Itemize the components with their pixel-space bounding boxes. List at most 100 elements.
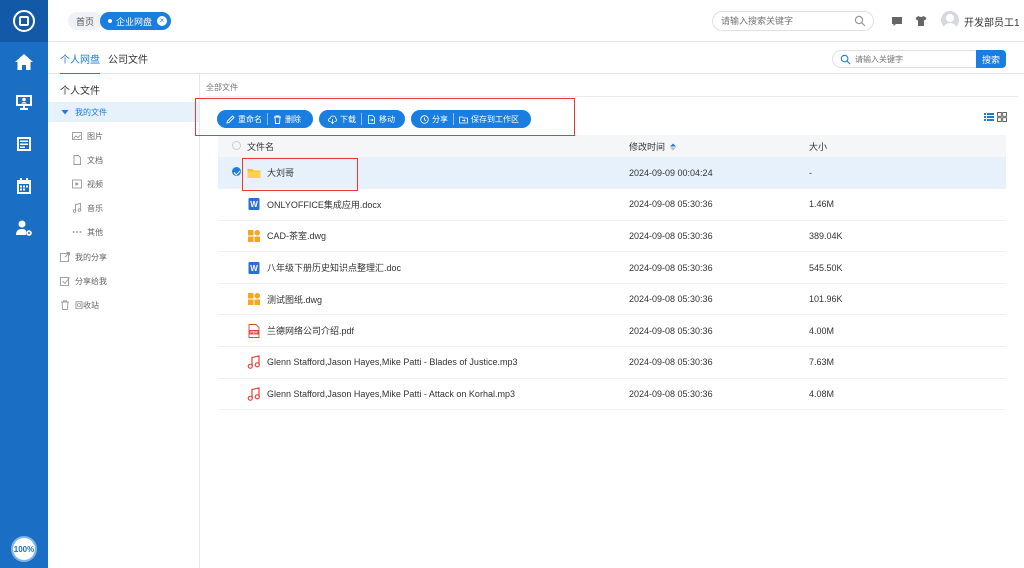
delete-label: 删除 [285, 114, 301, 124]
select-all-checkbox[interactable] [232, 140, 241, 150]
row-checkbox-cell [218, 314, 241, 348]
sidebar-item-other[interactable]: 其他 [48, 222, 199, 242]
share-in-icon [60, 276, 70, 286]
header-file-name[interactable]: 文件名 [241, 135, 629, 157]
row-checkbox-cell [218, 220, 241, 253]
table-row[interactable]: Glenn Stafford,Jason Hayes,Mike Patti - … [218, 378, 1006, 411]
sidebar-item-my-shares[interactable]: 我的分享 [48, 247, 199, 267]
table-row[interactable]: Glenn Stafford,Jason Hayes,Mike Patti - … [218, 346, 1006, 379]
file-name-cell[interactable]: CAD-茶室.dwg [241, 220, 629, 253]
header-modified-time[interactable]: 修改时间 [629, 135, 809, 157]
row-checkbox-cell [218, 251, 241, 284]
modified-cell: 2024-09-08 05:30:36 [629, 220, 809, 253]
calendar-icon[interactable] [0, 166, 48, 206]
cloud-download-icon [328, 115, 337, 124]
sidebar-item-documents[interactable]: 文档 [48, 150, 199, 170]
tab-company-files[interactable]: 公司文件 [108, 51, 148, 73]
sidebar-item-my-files[interactable]: 我的文件 [48, 102, 199, 122]
table-row[interactable]: PDF 兰德网络公司介绍.pdf 2024-09-08 05:30:36 4.00… [218, 314, 1006, 348]
file-name-cell[interactable]: Glenn Stafford,Jason Hayes,Mike Patti - … [241, 378, 629, 411]
size-cell: 4.08M [809, 378, 1006, 411]
top-header: 首页 企业网盘 × 开发部员工1 [48, 0, 1024, 42]
delete-button[interactable]: 删除 [268, 110, 306, 128]
table-row[interactable]: W 八年级下册历史知识点整理汇.doc 2024-09-08 05:30:36 5… [218, 251, 1006, 284]
row-checkbox-cell [218, 157, 241, 190]
modified-cell: 2024-09-08 05:30:36 [629, 251, 809, 284]
size-cell: 7.63M [809, 346, 1006, 379]
share-icon [420, 114, 429, 124]
file-name-cell[interactable]: 大刘哥 [241, 157, 629, 190]
file-name-cell[interactable]: Glenn Stafford,Jason Hayes,Mike Patti - … [241, 346, 629, 379]
row-checkbox-cell [218, 378, 241, 411]
crumb-enterprise-drive[interactable]: 企业网盘 × [100, 12, 172, 30]
user-settings-icon[interactable] [0, 208, 48, 248]
shirt-icon[interactable] [914, 14, 928, 28]
cad-file-icon [247, 292, 261, 306]
header-size[interactable]: 大小 [809, 135, 1006, 157]
sort-icon[interactable] [669, 143, 677, 151]
message-icon[interactable] [890, 14, 904, 28]
pdf-file-icon: PDF [247, 323, 261, 338]
zoom-badge[interactable]: 100% [11, 536, 37, 562]
header-checkbox-cell [218, 135, 241, 157]
file-name: 测试图纸.dwg [267, 294, 323, 305]
home-icon[interactable] [0, 42, 48, 82]
app-logo[interactable] [0, 0, 48, 42]
file-name: 兰德网络公司介绍.pdf [267, 326, 355, 337]
file-name: Glenn Stafford,Jason Hayes,Mike Patti - … [267, 388, 515, 399]
file-name-cell[interactable]: PDF 兰德网络公司介绍.pdf [241, 314, 629, 348]
size-cell: 101.96K [809, 283, 1006, 316]
breadcrumb[interactable]: 全部文件 [206, 82, 238, 93]
size-cell: 4.00M [809, 314, 1006, 348]
file-table: 文件名 修改时间 大小 大刘哥 2024-09-09 00:04:24 - WO… [218, 135, 1006, 411]
save-workspace-icon [459, 116, 468, 123]
table-header-row: 文件名 修改时间 大小 [218, 135, 1006, 157]
user-name[interactable]: 开发部员工1 [964, 14, 1020, 29]
sidebar-item-label: 文档 [87, 155, 103, 165]
rename-button[interactable]: 重命名 [221, 110, 267, 128]
file-name-cell[interactable]: W 八年级下册历史知识点整理汇.doc [241, 251, 629, 284]
crumb-home[interactable]: 首页 [68, 12, 103, 30]
table-row[interactable]: CAD-茶室.dwg 2024-09-08 05:30:36 389.04K [218, 220, 1006, 253]
file-name-cell[interactable]: W ONLYOFFICE集成应用.docx [241, 188, 629, 221]
list-view-icon[interactable] [984, 112, 994, 122]
global-search-input[interactable] [721, 12, 851, 30]
share-button[interactable]: 分享 [415, 110, 453, 128]
sidebar-item-recycle-bin[interactable]: 回收站 [48, 295, 199, 315]
file-search-input[interactable] [855, 52, 973, 66]
download-button[interactable]: 下载 [323, 110, 361, 128]
folder-icon [247, 166, 261, 180]
sidebar-item-shared-with-me[interactable]: 分享给我 [48, 271, 199, 291]
header-file-name-label: 文件名 [247, 141, 275, 152]
svg-text:PDF: PDF [250, 330, 258, 334]
sidebar-item-label: 分享给我 [75, 276, 107, 286]
tab-personal-drive[interactable]: 个人网盘 [60, 51, 100, 75]
avatar[interactable] [941, 11, 959, 29]
move-button[interactable]: 移动 [362, 110, 400, 128]
table-row[interactable]: W ONLYOFFICE集成应用.docx 2024-09-08 05:30:36… [218, 188, 1006, 221]
search-button[interactable]: 搜索 [976, 50, 1006, 68]
file-name: 大刘哥 [267, 168, 295, 179]
header-modified-label: 修改时间 [629, 141, 666, 152]
desktop-user-icon[interactable] [0, 82, 48, 122]
dot-icon [108, 19, 112, 23]
sidebar-item-music[interactable]: 音乐 [48, 198, 199, 218]
document-list-icon[interactable] [0, 124, 48, 164]
share-label: 分享 [432, 114, 448, 124]
row-checkbox[interactable] [232, 167, 241, 177]
table-row[interactable]: 测试图纸.dwg 2024-09-08 05:30:36 101.96K [218, 283, 1006, 316]
file-name-cell[interactable]: 测试图纸.dwg [241, 283, 629, 316]
table-row[interactable]: 大刘哥 2024-09-09 00:04:24 - [218, 157, 1006, 190]
crumb-active-label: 企业网盘 [116, 16, 153, 27]
row-checkbox-cell [218, 283, 241, 316]
sidebar-item-videos[interactable]: 视频 [48, 174, 199, 194]
file-name: CAD-茶室.dwg [267, 231, 327, 242]
search-icon[interactable] [854, 15, 866, 27]
sidebar-item-images[interactable]: 图片 [48, 126, 199, 146]
svg-text:W: W [250, 200, 258, 209]
save-to-workspace-button[interactable]: 保存到工作区 [454, 110, 524, 128]
sidebar-item-label: 我的文件 [75, 107, 107, 117]
caret-down-icon [60, 107, 70, 117]
close-icon[interactable]: × [157, 16, 168, 26]
grid-view-icon[interactable] [997, 112, 1007, 122]
